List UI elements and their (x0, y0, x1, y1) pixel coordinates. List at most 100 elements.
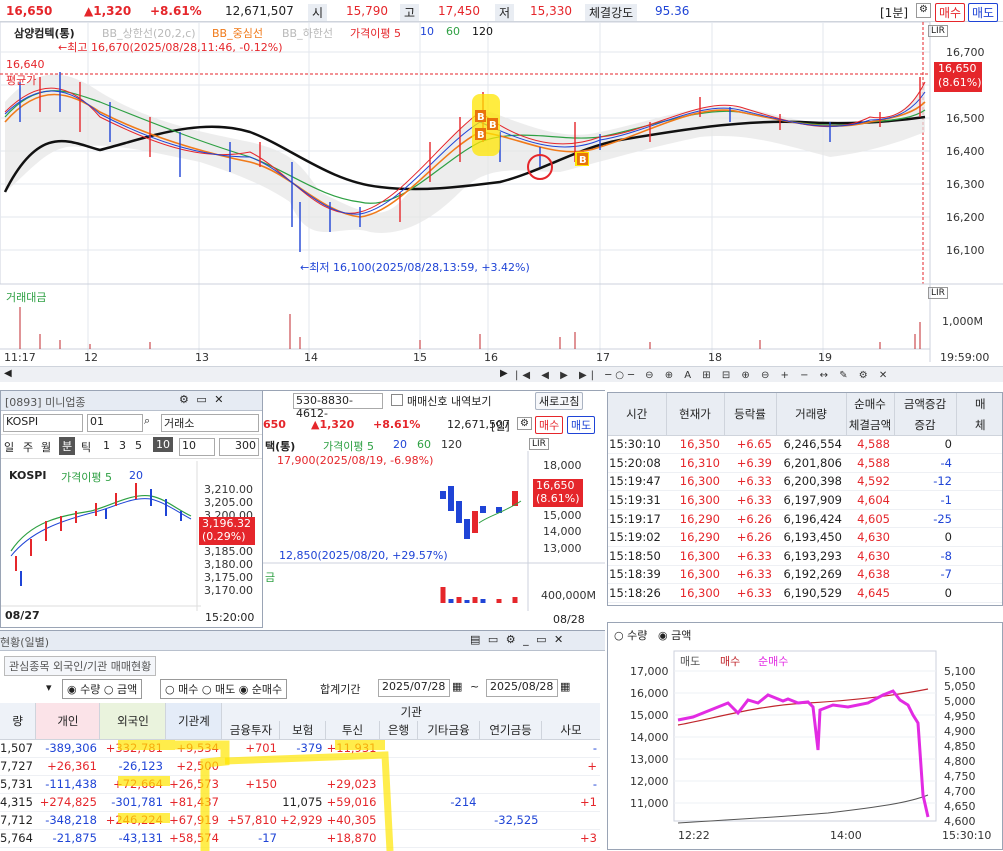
tab-investor[interactable]: 관심종목 외국인/기관 매매현황 (4, 656, 157, 676)
buy-button[interactable]: 매수 (935, 3, 966, 22)
gear-icon[interactable]: ⚙ (916, 3, 931, 18)
col-volume[interactable]: 거래량 (776, 393, 847, 435)
sell-button[interactable]: 매도 (968, 3, 999, 22)
date-to-field[interactable]: 2025/08/28 (486, 679, 558, 697)
table-row[interactable]: 5,731 -111,438 +72,664 +26,573 +150 +29,023 - (0, 775, 600, 793)
period-10[interactable]: 10 (153, 437, 173, 452)
period-3[interactable]: 3 (119, 439, 126, 452)
investor-titlebar[interactable]: 현황(일별) ▤ ▭ ⚙ _ ▭ ✕ (0, 631, 605, 651)
legend-ma60[interactable]: 60 (446, 25, 460, 38)
chart-tool-icons[interactable]: |◀ ◀ ▶ ▶| ─○─ ⊖ ⊕ A ⊞ ⊟ ⊕ ⊖ + − ↔ ✎ ⚙ ✕ (515, 370, 1000, 381)
table-row[interactable]: 15:18:39 16,300 +6.33 6,192,269 4,638 -7 (608, 565, 1002, 584)
col-institution-group: 기관 (400, 705, 422, 719)
col-price[interactable]: 현재가 (666, 393, 725, 435)
table-cell: -348,218 (45, 813, 97, 827)
window-control-icons[interactable]: ▤ ▭ ⚙ _ ▭ ✕ (470, 633, 565, 646)
calendar-icon[interactable]: ▦ (560, 680, 570, 693)
mini-ma-legend: 가격이평 5 (61, 471, 112, 484)
scroll-left-icon[interactable]: ◀ (4, 368, 12, 379)
interval-select[interactable]: 10 (179, 438, 215, 456)
col-bank[interactable]: 은행 (379, 721, 418, 739)
table-row[interactable]: 15:20:08 16,310 +6.39 6,201,806 4,588 -4 (608, 454, 1002, 473)
col-volume[interactable]: 량 (0, 703, 37, 739)
col-exec-amount[interactable]: 체결금액 (846, 415, 895, 435)
interval-label[interactable]: [1분] (880, 4, 908, 21)
col-individual[interactable]: 개인 (35, 703, 101, 739)
period-week[interactable]: 주 (23, 439, 33, 455)
col-insurance[interactable]: 보험 (279, 721, 326, 739)
col-change-rate[interactable]: 등락률 (724, 393, 777, 435)
table-row[interactable]: 4,315 +274,825 -301,781 +81,437 11,075 +59,01… (0, 793, 600, 811)
signal-label[interactable]: 매매신호 내역보기 (407, 393, 491, 409)
period-5[interactable]: 5 (135, 439, 142, 452)
col-net-buy[interactable]: 순매수 (846, 393, 895, 415)
window-control-icons[interactable]: ⚙ ▭ ✕ (179, 393, 225, 406)
search-icon[interactable]: ⌕ (144, 414, 150, 428)
col-private[interactable]: 사모 (542, 721, 601, 739)
col-fin-invest[interactable]: 금융투자 (221, 721, 281, 739)
scroll-right-icon[interactable]: ▶ (500, 368, 508, 379)
date-from-field[interactable]: 2025/07/28 (378, 679, 450, 697)
period-month[interactable]: 월 (41, 439, 51, 455)
table-row[interactable]: 15:19:02 16,290 +6.26 6,193,450 4,630 0 (608, 528, 1002, 547)
table-cell-empty (956, 565, 1002, 584)
period-day[interactable]: 일 (4, 439, 14, 455)
open-label: 시 (308, 4, 328, 21)
col-pension[interactable]: 연기금등 (479, 721, 542, 739)
col-foreign[interactable]: 외국인 (99, 703, 167, 739)
refresh-button[interactable]: 새로고침 (535, 392, 584, 410)
calendar-icon[interactable]: ▦ (452, 680, 462, 693)
col-extra2[interactable]: 체 (956, 415, 1002, 435)
table-cell: -12 (933, 474, 952, 489)
index-code-field[interactable]: 01 (87, 414, 143, 432)
period-tick[interactable]: 틱 (81, 439, 91, 455)
index-name-field[interactable]: KOSPI (3, 414, 83, 432)
investor-table[interactable]: 량 개인 외국인 기관계 기관 금융투자 보험 투신 은행 기타금융 연기금등 … (0, 703, 600, 848)
table-row[interactable]: 15:18:50 16,300 +6.33 6,193,293 4,630 -8 (608, 547, 1002, 566)
table-row[interactable]: 7,727 +26,361 -26,123 +2,500 + (0, 757, 600, 775)
legend-bb-lower[interactable]: BB_하한선 (282, 25, 333, 41)
table-row[interactable]: 7,712 -348,218 +246,224 +67,919 +57,810 +2,92… (0, 811, 600, 829)
radio-qty[interactable]: ○ 수량 (614, 627, 647, 643)
count-field[interactable]: 300 (219, 438, 259, 456)
trade-ticks-table[interactable]: 시간 현재가 등락률 거래량 순매수 금액증감 매 체결금액 증감 체 15:3… (607, 392, 1003, 606)
table-row[interactable]: 15:18:26 16,300 +6.33 6,190,529 4,645 0 (608, 584, 1002, 603)
daily-lir-badge[interactable]: LIR (529, 438, 549, 450)
lir-badge-volume[interactable]: LIR (928, 287, 948, 299)
col-trust[interactable]: 투신 (325, 721, 380, 739)
market-field[interactable]: 거래소 (161, 414, 259, 432)
table-row[interactable]: 15:30:10 16,350 +6.65 6,246,554 4,588 0 (608, 435, 1002, 454)
period-1[interactable]: 1 (103, 439, 110, 452)
current-tag-pct: (8.61%) (938, 76, 982, 89)
account-field[interactable]: 530-8830-4612- (293, 393, 383, 420)
col-other-fin[interactable]: 기타금융 (417, 721, 480, 739)
chart-scrollbar[interactable]: ◀ ▶ |◀ ◀ ▶ ▶| ─○─ ⊖ ⊕ A ⊞ ⊟ ⊕ ⊖ + − ↔ ✎ … (0, 366, 1003, 382)
legend-ma5[interactable]: 가격이평 5 (350, 25, 401, 41)
radio-group-unit[interactable]: ◉ 수량 ○ 금액 (62, 679, 143, 699)
mini-sector-titlebar[interactable]: [0893] 미니업종 ⚙ ▭ ✕ (1, 391, 262, 411)
table-cell: 16,300 (679, 474, 720, 489)
radio-group-side[interactable]: ○ 매수 ○ 매도 ◉ 순매수 (160, 679, 288, 699)
legend-ma10[interactable]: 10 (420, 25, 434, 38)
col-delta[interactable]: 증감 (894, 415, 957, 435)
col-amount-change[interactable]: 금액증감 (894, 393, 957, 415)
table-row[interactable]: 15:19:17 16,290 +6.26 6,196,424 4,605 -25 (608, 509, 1002, 528)
daily-buy-button[interactable]: 매수 (535, 416, 564, 434)
table-row[interactable]: 15:19:47 16,300 +6.33 6,200,398 4,592 -12 (608, 472, 1002, 491)
gear-icon[interactable]: ⚙ (517, 417, 532, 430)
col-time[interactable]: 시간 (608, 393, 667, 435)
signal-checkbox[interactable] (391, 394, 403, 406)
table-row[interactable]: 5,764 -21,875 -43,131 +58,574 -17 +18,870 +3 (0, 829, 600, 847)
table-row[interactable]: 15:19:31 16,300 +6.33 6,197,909 4,604 -1 (608, 491, 1002, 510)
table-row[interactable]: 1,507 -389,306 +332,781 +9,534 +701 -379 +11,9… (0, 739, 600, 757)
intraday-chart[interactable]: B B B B 삼양컴텍(통) BB_상한선(20,2,c) BB_중심선 BB… (0, 22, 1003, 382)
col-extra[interactable]: 매 (956, 393, 1002, 415)
dropdown-arrow-icon[interactable]: ▾ (46, 681, 52, 694)
legend-ma120[interactable]: 120 (472, 25, 493, 38)
radio-amt[interactable]: ◉ 금액 (658, 627, 691, 643)
col-institution-total[interactable]: 기관계 (165, 703, 223, 739)
daily-sell-button[interactable]: 매도 (567, 416, 596, 434)
period-minute[interactable]: 분 (59, 437, 76, 455)
lir-badge[interactable]: LIR (928, 25, 948, 37)
low-label: 저 (495, 4, 515, 21)
